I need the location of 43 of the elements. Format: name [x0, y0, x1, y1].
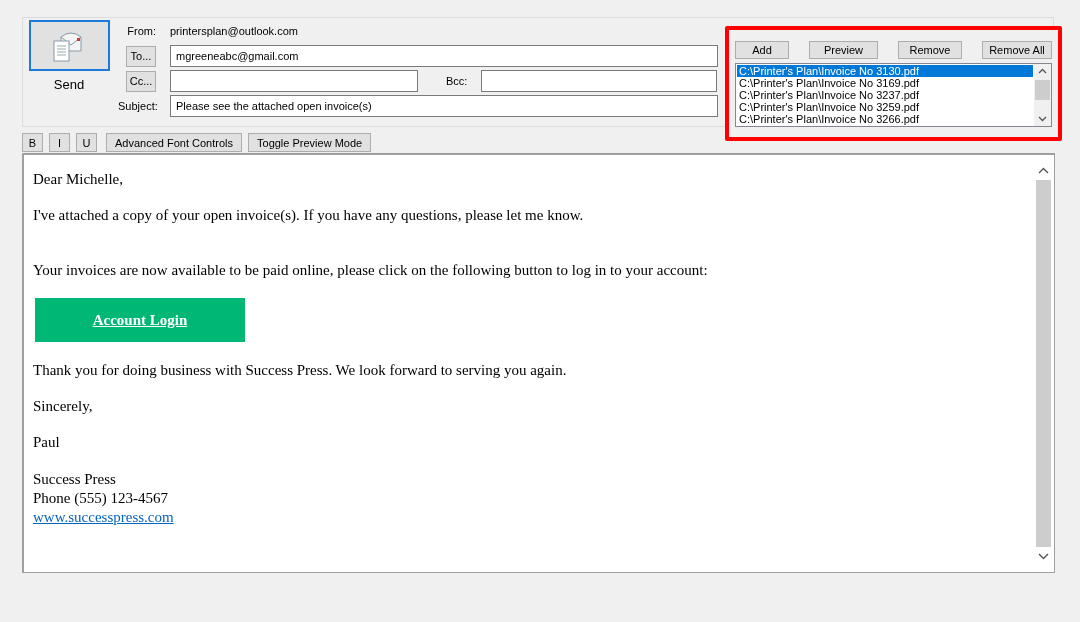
chevron-down-icon[interactable]: [1038, 553, 1049, 560]
attachment-item[interactable]: C:\Printer's Plan\Invoice No 3259.pdf: [737, 101, 1033, 113]
signature-line: Success Press: [33, 470, 117, 489]
subject-label: Subject:: [118, 100, 156, 112]
cc-field[interactable]: [170, 70, 418, 92]
scrollbar[interactable]: [1035, 167, 1052, 560]
send-button[interactable]: [28, 20, 110, 71]
chevron-up-icon[interactable]: [1038, 167, 1049, 174]
body-paragraph: Sincerely,: [33, 398, 94, 415]
attachment-item[interactable]: C:\Printer's Plan\Invoice No 3169.pdf: [737, 77, 1033, 89]
to-field[interactable]: mgreeneabc@gmail.com: [170, 45, 718, 67]
bcc-field[interactable]: [481, 70, 718, 92]
toolbar-button[interactable]: I: [49, 133, 70, 152]
toolbar-button[interactable]: U: [76, 133, 97, 152]
signature-line: Phone (555) 123-4567: [33, 489, 169, 508]
attachment-button[interactable]: Remove: [898, 41, 962, 59]
body-paragraph: Dear Michelle,: [33, 171, 124, 188]
scrollbar[interactable]: [1034, 64, 1051, 126]
to-button[interactable]: To...: [126, 45, 156, 67]
scrollbar-thumb[interactable]: [1035, 80, 1050, 100]
cc-button[interactable]: Cc...: [126, 70, 156, 92]
body-paragraph: Your invoices are now available to be paid online, please click on the following button to log in to your account:: [33, 262, 709, 279]
attachment-button[interactable]: Preview: [809, 41, 878, 59]
chevron-up-icon[interactable]: [1038, 68, 1047, 74]
subject-field[interactable]: Please see the attached open invoice(s): [170, 95, 718, 117]
attachment-item[interactable]: C:\Printer's Plan\Invoice No 3130.pdf: [737, 65, 1033, 77]
toolbar-button[interactable]: Advanced Font Controls: [106, 133, 242, 152]
bcc-label: Bcc:: [446, 75, 468, 87]
from-label: From:: [126, 25, 156, 37]
toolbar-button[interactable]: Toggle Preview Mode: [248, 133, 372, 152]
scrollbar-thumb[interactable]: [1036, 180, 1051, 547]
body-paragraph: Thank you for doing business with Success Press. We look forward to serving you again.: [33, 362, 568, 379]
body-paragraph: Paul: [33, 434, 61, 451]
attachment-button[interactable]: Add: [735, 41, 789, 59]
from-address: printersplan@outlook.com: [170, 25, 298, 37]
website-link[interactable]: www.successpress.com: [33, 509, 174, 525]
attachment-button[interactable]: Remove All: [982, 41, 1052, 59]
chevron-down-icon[interactable]: [1038, 116, 1047, 122]
attachment-item[interactable]: C:\Printer's Plan\Invoice No 3266.pdf: [737, 113, 1033, 125]
send-label: Send: [53, 77, 85, 92]
toolbar-button[interactable]: B: [22, 133, 43, 152]
attachment-item[interactable]: C:\Printer's Plan\Invoice No 3237.pdf: [737, 89, 1033, 101]
body-paragraph: I've attached a copy of your open invoice(s). If you have any questions, please let me know.: [33, 207, 585, 224]
